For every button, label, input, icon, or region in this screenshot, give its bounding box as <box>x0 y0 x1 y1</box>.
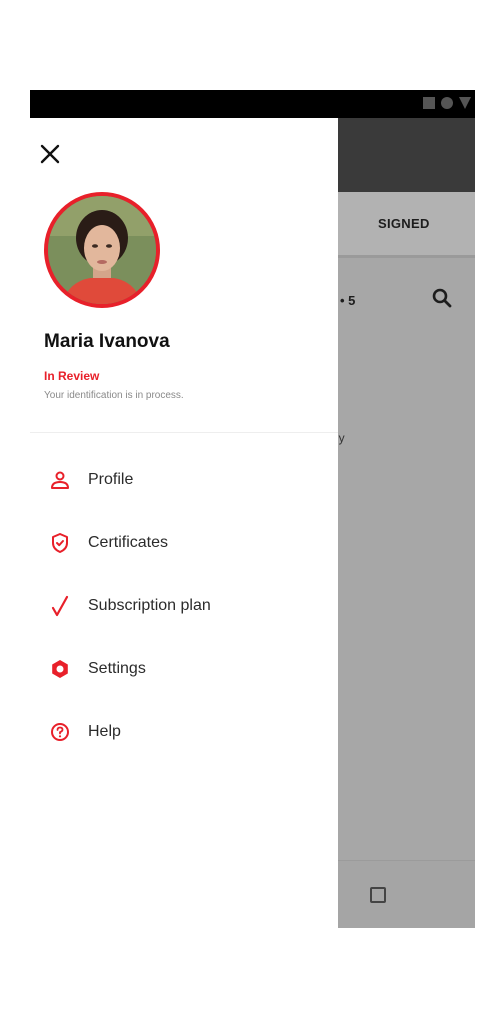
navigation-drawer: Maria Ivanova In Review Your identificat… <box>30 118 338 928</box>
search-icon[interactable] <box>430 286 454 310</box>
divider <box>30 432 338 433</box>
gear-icon <box>48 657 72 681</box>
close-button[interactable] <box>38 142 64 168</box>
tab-signed[interactable]: SIGNED <box>378 216 430 231</box>
user-status: In Review <box>44 369 100 383</box>
help-circle-icon <box>48 720 72 744</box>
user-status-description: Your identification is in process. <box>44 390 184 401</box>
user-name: Maria Ivanova <box>44 331 170 352</box>
menu-item-label: Help <box>88 722 121 740</box>
status-square-icon <box>423 97 435 109</box>
status-bar <box>30 90 475 118</box>
checkmark-icon <box>48 594 72 618</box>
drawer-menu: Profile Certificates Subscription plan S… <box>30 448 338 763</box>
avatar-photo <box>48 196 156 304</box>
menu-item-settings[interactable]: Settings <box>30 637 338 700</box>
checkbox-icon[interactable] <box>370 887 386 903</box>
person-icon <box>48 468 72 492</box>
menu-item-label: Settings <box>88 659 146 677</box>
device-screen: SIGNED t • 5 ny Maria Ivanova In Review … <box>30 90 475 928</box>
menu-item-label: Certificates <box>88 533 169 551</box>
status-signal-icon <box>459 97 471 109</box>
avatar <box>44 192 160 308</box>
menu-item-help[interactable]: Help <box>30 700 338 763</box>
shield-check-icon <box>48 531 72 555</box>
status-circle-icon <box>441 97 453 109</box>
menu-item-label: Subscription plan <box>88 596 211 614</box>
close-icon <box>40 144 60 164</box>
menu-item-subscription-plan[interactable]: Subscription plan <box>30 574 338 637</box>
menu-item-label: Profile <box>88 470 134 488</box>
menu-item-profile[interactable]: Profile <box>30 448 338 511</box>
menu-item-certificates[interactable]: Certificates <box>30 511 338 574</box>
